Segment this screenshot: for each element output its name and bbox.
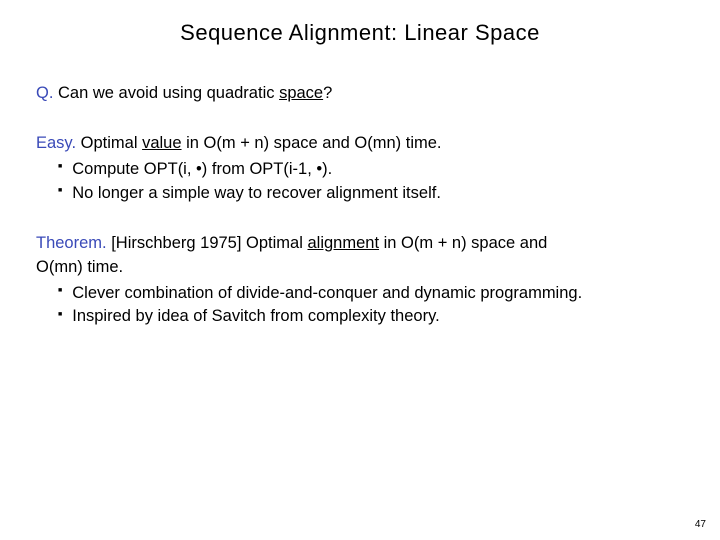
theorem-block: Theorem. [Hirschberg 1975] Optimal align… bbox=[36, 232, 684, 330]
theorem-bullets: Clever combination of divide-and-conquer… bbox=[36, 282, 684, 330]
slide: Sequence Alignment: Linear Space Q. Can … bbox=[0, 0, 720, 540]
list-item: No longer a simple way to recover alignm… bbox=[76, 182, 684, 206]
theorem-cite: [Hirschberg 1975] bbox=[111, 234, 241, 252]
slide-title: Sequence Alignment: Linear Space bbox=[36, 20, 684, 46]
list-item: Compute OPT(i, •) from OPT(i-1, •). bbox=[76, 158, 684, 182]
theorem-label: Theorem. bbox=[36, 234, 107, 252]
easy-bullets: Compute OPT(i, •) from OPT(i-1, •). No l… bbox=[36, 158, 684, 206]
list-item: Inspired by idea of Savitch from complex… bbox=[76, 305, 684, 329]
easy-label: Easy. bbox=[36, 134, 76, 152]
question-label: Q. bbox=[36, 84, 53, 102]
question-block: Q. Can we avoid using quadratic space? bbox=[36, 82, 684, 106]
theorem-line2: O(mn) time. bbox=[36, 258, 123, 276]
page-number: 47 bbox=[695, 519, 706, 530]
theorem-alignment-word: alignment bbox=[307, 234, 379, 252]
question-prefix: Can we avoid using quadratic bbox=[58, 84, 279, 102]
easy-value-word: value bbox=[142, 134, 181, 152]
question-suffix: ? bbox=[323, 84, 332, 102]
theorem-mid-suffix: in O(m + n) space and bbox=[379, 234, 547, 252]
list-item: Clever combination of divide-and-conquer… bbox=[76, 282, 684, 306]
theorem-mid-prefix: Optimal bbox=[241, 234, 307, 252]
easy-line-suffix: in O(m + n) space and O(mn) time. bbox=[182, 134, 442, 152]
easy-block: Easy. Optimal value in O(m + n) space an… bbox=[36, 132, 684, 206]
question-space-word: space bbox=[279, 84, 323, 102]
easy-line-prefix: Optimal bbox=[81, 134, 142, 152]
